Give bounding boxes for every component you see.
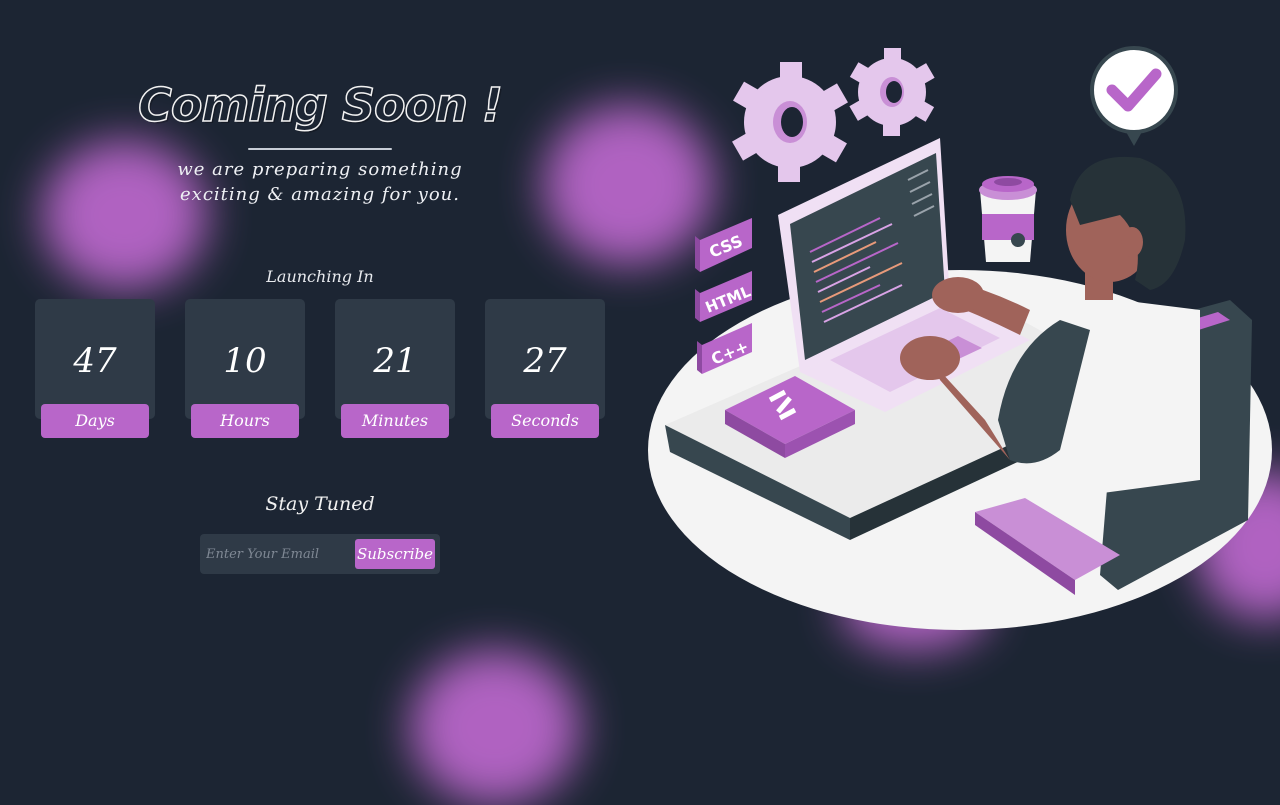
css-badge: CSS bbox=[695, 218, 752, 272]
title-divider bbox=[248, 148, 392, 150]
page-title: Coming Soon ! bbox=[137, 77, 503, 133]
html-badge: HTML bbox=[695, 271, 754, 322]
developer-illustration: CSS HTML C++ bbox=[640, 0, 1280, 800]
countdown-days-label: Days bbox=[41, 404, 149, 438]
content-panel: Coming Soon ! we are preparing something… bbox=[0, 0, 640, 800]
person-hand bbox=[900, 336, 960, 380]
subscribe-heading: Stay Tuned bbox=[265, 493, 375, 515]
page-subtitle: we are preparing something exciting & am… bbox=[177, 159, 463, 205]
countdown-hours-value: 10 bbox=[223, 341, 267, 381]
person-hand bbox=[932, 277, 984, 313]
email-field[interactable] bbox=[204, 538, 354, 570]
countdown-seconds-value: 27 bbox=[523, 341, 567, 381]
countdown-minutes: 21 Minutes bbox=[335, 299, 455, 438]
gear-icon bbox=[732, 62, 848, 182]
countdown-label: Launching In bbox=[266, 267, 374, 286]
countdown-seconds: 27 Seconds bbox=[485, 299, 605, 438]
checkmark-icon bbox=[1090, 46, 1178, 146]
developer-illustration-svg: CSS HTML C++ bbox=[648, 46, 1272, 630]
countdown-minutes-label: Minutes bbox=[341, 404, 449, 438]
countdown-days-value: 47 bbox=[73, 341, 117, 381]
subscribe-form: Subscribe bbox=[200, 534, 440, 574]
person-ear bbox=[1121, 227, 1143, 257]
subscribe-button[interactable]: Subscribe bbox=[355, 539, 435, 569]
countdown-minutes-value: 21 bbox=[373, 341, 417, 381]
countdown-hours-label: Hours bbox=[191, 404, 299, 438]
countdown-seconds-label: Seconds bbox=[491, 404, 599, 438]
countdown-hours: 10 Hours bbox=[185, 299, 305, 438]
gear-icon bbox=[849, 48, 935, 136]
coffee-cup-icon bbox=[979, 176, 1037, 262]
countdown-days: 47 Days bbox=[35, 299, 155, 438]
